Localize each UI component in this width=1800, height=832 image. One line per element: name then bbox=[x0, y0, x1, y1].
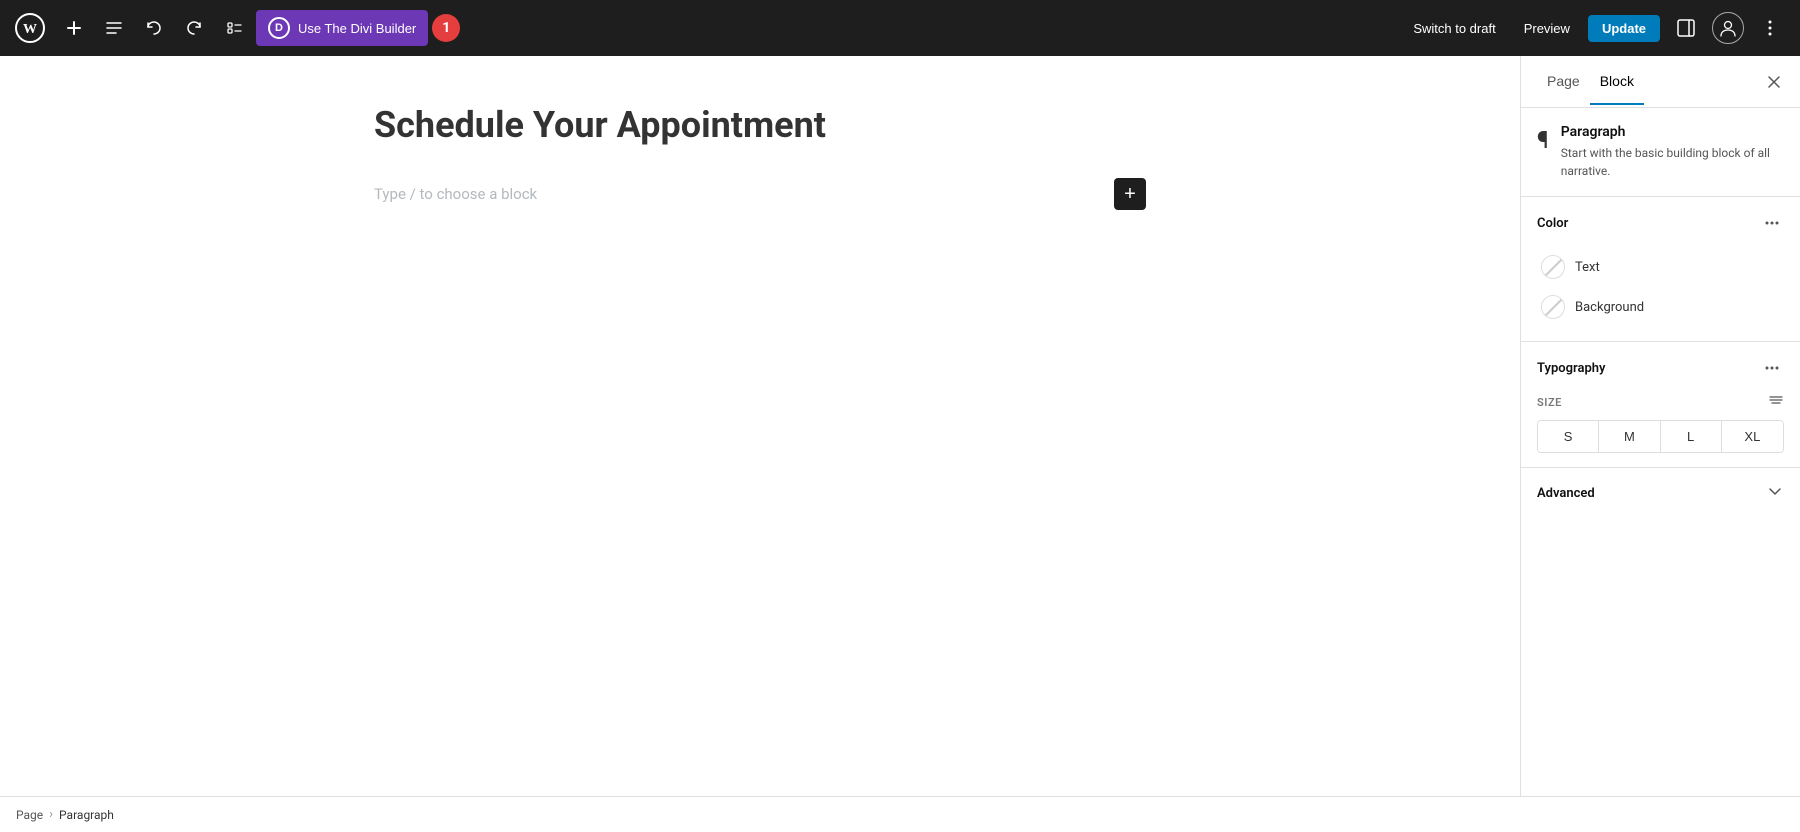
notification-badge[interactable]: 1 bbox=[432, 14, 460, 42]
text-color-label: Text bbox=[1575, 260, 1600, 275]
color-section-title: Color bbox=[1537, 216, 1568, 231]
block-description: Start with the basic building block of a… bbox=[1561, 144, 1784, 180]
advanced-title: Advanced bbox=[1537, 486, 1595, 501]
editor-area: Schedule Your Appointment Type / to choo… bbox=[0, 56, 1520, 796]
text-color-option[interactable]: Text bbox=[1537, 247, 1784, 287]
typography-section: Typography SIZE S bbox=[1521, 342, 1800, 468]
list-view-btn[interactable] bbox=[216, 10, 252, 46]
advanced-header[interactable]: Advanced bbox=[1537, 482, 1784, 505]
add-block-toolbar-btn[interactable] bbox=[56, 10, 92, 46]
size-l-btn[interactable]: L bbox=[1661, 421, 1722, 452]
toolbar-right: Switch to draft Preview Update bbox=[1403, 10, 1788, 46]
user-avatar[interactable] bbox=[1712, 12, 1744, 44]
color-options-btn[interactable] bbox=[1760, 211, 1784, 235]
background-color-circle bbox=[1541, 295, 1565, 319]
sidebar-tabs: Page Block bbox=[1521, 56, 1800, 108]
main-layout: Schedule Your Appointment Type / to choo… bbox=[0, 56, 1800, 796]
divi-icon: D bbox=[268, 17, 290, 39]
size-label: SIZE bbox=[1537, 392, 1784, 412]
editor-content: Schedule Your Appointment Type / to choo… bbox=[350, 104, 1170, 214]
typography-section-header: Typography bbox=[1537, 356, 1784, 380]
tools-btn[interactable] bbox=[96, 10, 132, 46]
block-info: ¶ Paragraph Start with the basic buildin… bbox=[1521, 108, 1800, 197]
wp-logo[interactable]: W bbox=[12, 10, 48, 46]
advanced-section: Advanced bbox=[1521, 468, 1800, 519]
add-block-editor-btn[interactable]: + bbox=[1114, 178, 1146, 210]
color-section: Color Text Background bbox=[1521, 197, 1800, 342]
size-s-btn[interactable]: S bbox=[1538, 421, 1599, 452]
tab-page[interactable]: Page bbox=[1537, 59, 1590, 105]
block-name: Paragraph bbox=[1561, 124, 1784, 140]
tab-block[interactable]: Block bbox=[1590, 59, 1644, 105]
block-info-text: Paragraph Start with the basic building … bbox=[1561, 124, 1784, 180]
size-m-btn[interactable]: M bbox=[1599, 421, 1660, 452]
block-placeholder: Type / to choose a block + bbox=[374, 174, 1146, 214]
more-options-btn[interactable] bbox=[1752, 10, 1788, 46]
divi-builder-btn[interactable]: D Use The Divi Builder bbox=[256, 10, 428, 46]
update-btn[interactable]: Update bbox=[1588, 15, 1660, 42]
close-sidebar-btn[interactable] bbox=[1760, 68, 1788, 96]
background-color-option[interactable]: Background bbox=[1537, 287, 1784, 327]
breadcrumb-current: Paragraph bbox=[59, 808, 114, 822]
preview-btn[interactable]: Preview bbox=[1514, 15, 1580, 42]
page-title[interactable]: Schedule Your Appointment bbox=[374, 104, 1146, 146]
toolbar: W bbox=[0, 0, 1800, 56]
size-controls-icon[interactable] bbox=[1768, 392, 1784, 412]
undo-btn[interactable] bbox=[136, 10, 172, 46]
switch-draft-btn[interactable]: Switch to draft bbox=[1403, 15, 1505, 42]
color-section-header: Color bbox=[1537, 211, 1784, 235]
size-buttons: S M L XL bbox=[1537, 420, 1784, 453]
chevron-down-icon bbox=[1766, 482, 1784, 505]
right-sidebar: Page Block ¶ Paragraph Start with the ba… bbox=[1520, 56, 1800, 796]
toolbar-left: W bbox=[12, 10, 460, 46]
breadcrumb-separator: › bbox=[49, 807, 53, 822]
breadcrumb-page[interactable]: Page bbox=[16, 808, 43, 822]
breadcrumb: Page › Paragraph bbox=[0, 796, 1800, 832]
svg-text:W: W bbox=[23, 22, 37, 37]
redo-btn[interactable] bbox=[176, 10, 212, 46]
placeholder-text[interactable]: Type / to choose a block bbox=[374, 185, 537, 203]
background-color-label: Background bbox=[1575, 300, 1644, 315]
paragraph-icon: ¶ bbox=[1537, 126, 1549, 154]
size-xl-btn[interactable]: XL bbox=[1722, 421, 1783, 452]
typography-options-btn[interactable] bbox=[1760, 356, 1784, 380]
typography-section-title: Typography bbox=[1537, 361, 1606, 376]
text-color-circle bbox=[1541, 255, 1565, 279]
sidebar-toggle-btn[interactable] bbox=[1668, 10, 1704, 46]
